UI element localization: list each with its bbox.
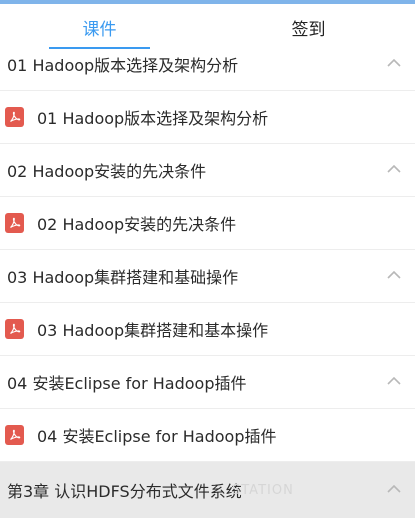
chapter-row[interactable]: 第3章 认识HDFS分布式文件系统 STATION xyxy=(0,462,415,518)
section-row-01[interactable]: 01 Hadoop版本选择及架构分析 xyxy=(0,38,415,91)
section-row-02[interactable]: 02 Hadoop安装的先决条件 xyxy=(0,144,415,197)
section-row-03[interactable]: 03 Hadoop集群搭建和基础操作 xyxy=(0,250,415,303)
section-title: 01 Hadoop版本选择及架构分析 xyxy=(7,56,239,75)
section-title: 02 Hadoop安装的先决条件 xyxy=(7,162,207,181)
pdf-item-title: 04 安装Eclipse for Hadoop插件 xyxy=(37,427,277,446)
pdf-item-row-01[interactable]: 01 Hadoop版本选择及架构分析 xyxy=(0,91,415,144)
pdf-item-row-04[interactable]: 04 安装Eclipse for Hadoop插件 xyxy=(0,409,415,462)
section-title: 03 Hadoop集群搭建和基础操作 xyxy=(7,268,239,287)
pdf-item-title: 02 Hadoop安装的先决条件 xyxy=(37,215,237,234)
chapter-title: 第3章 认识HDFS分布式文件系统 xyxy=(7,482,242,501)
chevron-up-icon[interactable] xyxy=(387,377,401,385)
chevron-up-icon[interactable] xyxy=(387,59,401,67)
pdf-icon xyxy=(5,425,24,445)
section-row-04[interactable]: 04 安装Eclipse for Hadoop插件 xyxy=(0,356,415,409)
section-title: 04 安装Eclipse for Hadoop插件 xyxy=(7,374,247,393)
pdf-item-row-03[interactable]: 03 Hadoop集群搭建和基本操作 xyxy=(0,303,415,356)
pdf-icon xyxy=(5,213,24,233)
pdf-icon xyxy=(5,107,24,127)
pdf-item-title: 01 Hadoop版本选择及架构分析 xyxy=(37,109,269,128)
course-outline-list: 01 Hadoop版本选择及架构分析 01 Hadoop版本选择及架构分析 02… xyxy=(0,38,415,518)
pdf-icon xyxy=(5,319,24,339)
watermark-text: STATION xyxy=(232,482,294,498)
chevron-up-icon[interactable] xyxy=(387,271,401,279)
chevron-up-icon[interactable] xyxy=(387,485,401,493)
chevron-up-icon[interactable] xyxy=(387,165,401,173)
pdf-item-row-02[interactable]: 02 Hadoop安装的先决条件 xyxy=(0,197,415,250)
pdf-item-title: 03 Hadoop集群搭建和基本操作 xyxy=(37,321,269,340)
